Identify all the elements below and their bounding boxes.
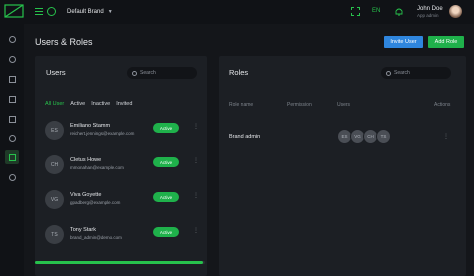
avatar: TS <box>45 225 64 244</box>
user-email: mmonahan@example.com <box>70 165 124 170</box>
tab-invited[interactable]: Invited <box>116 101 132 107</box>
roles-search-placeholder: Search <box>394 70 410 76</box>
brand-select-value: Default Brand <box>67 9 104 15</box>
list-icon[interactable] <box>5 92 19 106</box>
roles-panel-title: Roles <box>229 68 249 77</box>
page-title: Users & Roles <box>35 37 93 47</box>
more-icon[interactable]: ⋮ <box>193 192 199 199</box>
user-email: brand_admin@demo.com <box>70 235 122 240</box>
status-badge: Active <box>153 227 179 237</box>
list-item[interactable]: VG Viva Goyette gpadberg@example.com Act… <box>45 187 205 217</box>
bell-icon[interactable] <box>395 7 403 16</box>
users-scrollbar[interactable] <box>35 261 203 264</box>
gear-icon[interactable] <box>5 170 19 184</box>
column-actions: Actions <box>434 102 451 108</box>
settings-icon[interactable] <box>5 131 19 145</box>
tab-active[interactable]: Active <box>70 101 85 107</box>
add-role-button[interactable]: Add Role <box>428 36 464 48</box>
user-name: Viva Goyette <box>70 192 102 198</box>
column-permission: Permission <box>287 102 312 108</box>
list-item[interactable]: TS Tony Stark brand_admin@demo.com Activ… <box>45 222 205 252</box>
user-name[interactable]: John Doe <box>417 6 443 12</box>
hamburger-icon[interactable] <box>35 8 43 15</box>
search-icon <box>386 70 391 76</box>
logo-icon[interactable] <box>4 3 24 19</box>
column-role-name: Role name <box>229 102 254 108</box>
user-filter-tabs: All User Active Inactive Invited <box>45 101 132 107</box>
theme-icon[interactable] <box>47 7 56 16</box>
top-bar: Default Brand ▼ EN John Doe App admin <box>0 0 474 24</box>
avatar: ES <box>45 121 64 140</box>
dashboard-icon[interactable] <box>5 32 19 46</box>
language-selector[interactable]: EN <box>372 8 380 14</box>
avatar[interactable] <box>449 5 462 18</box>
user-email: reichert.jennings@example.com <box>70 131 135 136</box>
star-icon[interactable] <box>5 52 19 66</box>
list-item[interactable]: ES Emiliano Stamm reichert.jennings@exam… <box>45 118 205 148</box>
users-panel-title: Users <box>46 68 66 77</box>
column-users: Users <box>337 102 351 108</box>
users-icon[interactable] <box>5 150 19 164</box>
role-name[interactable]: Brand admin <box>229 134 260 140</box>
more-icon[interactable]: ⋮ <box>193 123 199 130</box>
sidebar <box>0 24 24 276</box>
user-role: App admin <box>417 13 439 18</box>
status-badge: Active <box>153 123 179 133</box>
user-email: gpadberg@example.com <box>70 200 121 205</box>
chat-icon[interactable] <box>5 112 19 126</box>
status-badge: Active <box>153 192 179 202</box>
fullscreen-icon[interactable] <box>351 7 360 16</box>
list-item[interactable]: CH Cletus Howe mmonahan@example.com Acti… <box>45 152 205 182</box>
roles-search-input[interactable]: Search <box>381 67 451 79</box>
users-search-input[interactable]: Search <box>127 67 197 79</box>
search-icon <box>132 70 137 76</box>
more-icon[interactable]: ⋮ <box>193 157 199 164</box>
tab-all-user[interactable]: All User <box>45 101 64 107</box>
users-search-placeholder: Search <box>140 70 156 76</box>
avatar: TS <box>376 129 391 144</box>
user-name: Emiliano Stamm <box>70 123 111 129</box>
mail-icon[interactable] <box>5 72 19 86</box>
tab-inactive[interactable]: Inactive <box>91 101 110 107</box>
user-name: Tony Stark <box>70 227 96 233</box>
more-icon[interactable]: ⋮ <box>443 133 449 140</box>
status-badge: Active <box>153 157 179 167</box>
roles-panel <box>219 56 466 276</box>
chevron-down-icon: ▼ <box>107 9 113 15</box>
avatar: CH <box>45 155 64 174</box>
avatar: VG <box>45 190 64 209</box>
invite-user-button[interactable]: Invite User <box>384 36 423 48</box>
brand-select[interactable]: Default Brand ▼ <box>63 5 117 19</box>
more-icon[interactable]: ⋮ <box>193 227 199 234</box>
user-name: Cletus Howe <box>70 157 102 163</box>
